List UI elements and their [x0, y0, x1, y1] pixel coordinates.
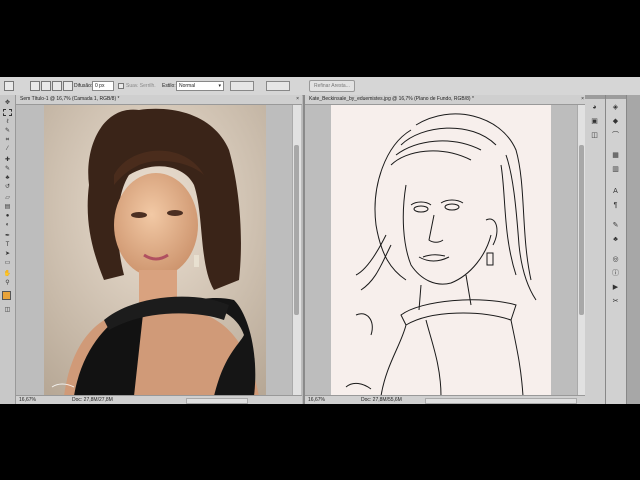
layers-panel-icon[interactable]: ◈	[610, 103, 621, 112]
feather-input[interactable]: 0 px	[92, 81, 114, 91]
shape-tool-icon[interactable]: ▭	[3, 260, 12, 267]
new-selection-icon[interactable]	[30, 81, 40, 91]
scrollbar-thumb[interactable]	[579, 145, 584, 315]
styles-panel-icon[interactable]: ▣	[589, 117, 600, 126]
document-window-1: Sem Título-1 @ 16,7% (Camada 1, RGB/8) *…	[16, 95, 302, 404]
marquee-preset-icon[interactable]	[4, 81, 14, 91]
zoom-tool-icon[interactable]: ⚲	[3, 280, 12, 287]
doc-size[interactable]: Doc: 27,8M/27,8M	[72, 396, 113, 404]
marquee-tool-icon[interactable]	[3, 109, 12, 116]
lasso-tool-icon[interactable]: ℓ	[3, 119, 12, 126]
canvas-sketch[interactable]	[331, 105, 551, 397]
histogram-panel-icon[interactable]: ▥	[610, 165, 621, 174]
healing-tool-icon[interactable]: ✚	[3, 157, 12, 164]
crop-tool-icon[interactable]: ⌗	[3, 137, 12, 144]
canvas-photo[interactable]	[44, 105, 266, 396]
horizontal-scrollbar-1[interactable]	[186, 398, 248, 404]
channels-panel-icon[interactable]: ◆	[610, 117, 621, 126]
pen-tool-icon[interactable]: ✒	[3, 233, 12, 240]
status-bar-2: 16,67% Doc: 27,8M/55,6M	[305, 395, 587, 404]
history-brush-tool-icon[interactable]: ↺	[3, 184, 12, 191]
eyedropper-tool-icon[interactable]: ⁄	[3, 146, 12, 153]
options-bar: Difusão: 0 px Suav. Serrilh. Estilo: Nor…	[0, 77, 640, 96]
width-input[interactable]	[230, 81, 254, 91]
add-selection-icon[interactable]	[41, 81, 51, 91]
style-select-value: Normal	[179, 83, 196, 89]
close-tab-icon[interactable]: ×	[296, 95, 299, 104]
navigator-panel-icon[interactable]: ▦	[610, 151, 621, 160]
vertical-scrollbar-1[interactable]	[292, 105, 301, 395]
chevron-down-icon: ▾	[218, 83, 221, 89]
toolbox: ✥ ℓ ✎ ⌗ ⁄ ✚ ✎ ♣ ↺ ▱ ▤ ● ◐ ✒ T ➤ ▭ ✋ ⚲ ◫	[0, 95, 16, 404]
subtract-selection-icon[interactable]	[52, 81, 62, 91]
zoom-level[interactable]: 16,67%	[19, 396, 36, 404]
tool-presets-panel-icon[interactable]: ✂	[610, 297, 621, 306]
portrait-photo	[44, 105, 266, 396]
height-input[interactable]	[266, 81, 290, 91]
style-select[interactable]: Normal ▾	[176, 81, 224, 91]
antialias-checkbox[interactable]	[118, 83, 124, 89]
antialias-label: Suav. Serrilh.	[126, 83, 156, 89]
refine-edge-button[interactable]: Refinar Aresta...	[309, 80, 355, 92]
brushes-panel-icon[interactable]: ✎	[610, 221, 621, 230]
masks-panel-icon[interactable]: ◎	[610, 255, 621, 264]
status-bar-1: 16,67% Doc: 27,8M/27,8M	[16, 395, 302, 404]
zoom-level[interactable]: 16,67%	[308, 396, 325, 404]
hand-tool-icon[interactable]: ✋	[3, 271, 12, 278]
foreground-color-swatch[interactable]	[2, 291, 11, 300]
quick-select-tool-icon[interactable]: ✎	[3, 128, 12, 135]
document-tab-1[interactable]: Sem Título-1 @ 16,7% (Camada 1, RGB/8) *…	[16, 95, 302, 105]
dock-grip[interactable]	[606, 95, 626, 99]
eraser-tool-icon[interactable]: ▱	[3, 195, 12, 202]
info-panel-icon[interactable]: ⓘ	[610, 269, 621, 278]
panel-dock-column-1: ◕ ▣ ◫	[585, 95, 606, 404]
document-window-2: Kate_Beckinsale_by_eduemistes.jpg @ 16,7…	[303, 95, 587, 404]
swatches-panel-icon[interactable]: ◕	[589, 103, 600, 112]
move-tool-icon[interactable]: ✥	[3, 100, 12, 107]
quick-mask-icon[interactable]: ◫	[3, 307, 12, 314]
intersect-selection-icon[interactable]	[63, 81, 73, 91]
adjustments-panel-icon[interactable]: ◫	[589, 131, 600, 140]
close-tab-icon[interactable]: ×	[581, 95, 584, 104]
paragraph-panel-icon[interactable]: ¶	[610, 201, 621, 210]
clone-stamp-tool-icon[interactable]: ♣	[3, 175, 12, 182]
style-label: Estilo:	[162, 83, 176, 89]
photoshop-window: Difusão: 0 px Suav. Serrilh. Estilo: Nor…	[0, 77, 640, 404]
dock-grip[interactable]	[585, 95, 605, 99]
panel-dock-column-2: ◈ ◆ ⌒ ▦ ▥ A ¶ ✎ ♣ ◎ ⓘ ▶ ✂	[606, 95, 627, 404]
feather-label: Difusão:	[74, 83, 93, 89]
document-tab-2[interactable]: Kate_Beckinsale_by_eduemistes.jpg @ 16,7…	[305, 95, 587, 105]
paths-panel-icon[interactable]: ⌒	[610, 131, 621, 140]
document-tab-title: Sem Título-1 @ 16,7% (Camada 1, RGB/8) *	[20, 96, 120, 102]
blur-tool-icon[interactable]: ●	[3, 213, 12, 220]
dodge-tool-icon[interactable]: ◐	[3, 222, 12, 229]
gradient-tool-icon[interactable]: ▤	[3, 204, 12, 211]
horizontal-scrollbar-2[interactable]	[425, 398, 577, 404]
type-tool-icon[interactable]: T	[3, 242, 12, 249]
character-panel-icon[interactable]: A	[610, 187, 621, 196]
document-tab-title: Kate_Beckinsale_by_eduemistes.jpg @ 16,7…	[309, 96, 474, 102]
doc-size[interactable]: Doc: 27,8M/55,6M	[361, 396, 402, 404]
sketch-drawing	[345, 113, 537, 397]
actions-panel-icon[interactable]: ▶	[610, 283, 621, 292]
brush-tool-icon[interactable]: ✎	[3, 166, 12, 173]
path-select-tool-icon[interactable]: ➤	[3, 251, 12, 258]
panel-dock: ◕ ▣ ◫ ◈ ◆ ⌒ ▦ ▥ A ¶ ✎ ♣ ◎ ⓘ ▶ ✂	[585, 95, 640, 404]
clone-source-panel-icon[interactable]: ♣	[610, 235, 621, 244]
scrollbar-thumb[interactable]	[294, 145, 299, 315]
